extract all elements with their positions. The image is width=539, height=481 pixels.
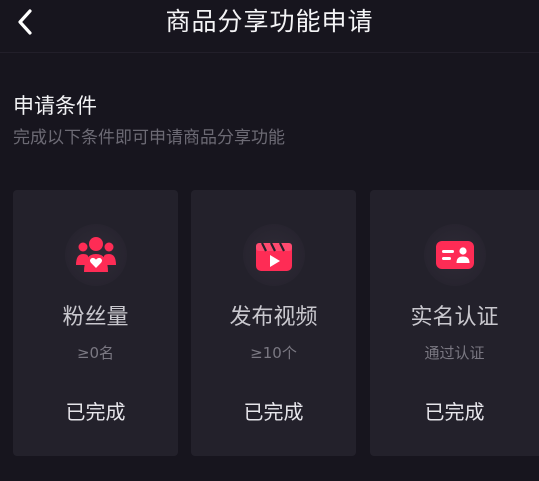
page-title: 商品分享功能申请 — [165, 7, 374, 36]
condition-requirement: 通过认证 — [424, 344, 485, 362]
fans-icon — [75, 237, 116, 272]
video-clapper-icon — [255, 242, 292, 271]
condition-card-videos: 发布视频 ≥10个 已完成 — [191, 190, 356, 456]
condition-status: 已完成 — [424, 400, 485, 424]
icon-badge — [242, 224, 305, 286]
section-subtitle: 完成以下条件即可申请商品分享功能 — [13, 128, 285, 148]
condition-cards: 粉丝量 ≥0名 已完成 发布视频 ≥10个 已完成 实名认证 通过认证 已完成 — [13, 190, 539, 456]
condition-requirement: ≥0名 — [76, 344, 115, 362]
condition-requirement: ≥10个 — [250, 344, 297, 362]
condition-status: 已完成 — [65, 400, 126, 424]
condition-card-verification: 实名认证 通过认证 已完成 — [370, 190, 539, 456]
condition-label: 发布视频 — [229, 305, 318, 330]
icon-badge — [423, 224, 486, 286]
navigation-bar: 商品分享功能申请 — [0, 0, 539, 53]
condition-card-fans: 粉丝量 ≥0名 已完成 — [13, 190, 178, 456]
condition-label: 粉丝量 — [62, 305, 129, 330]
icon-badge — [64, 224, 127, 286]
section-title: 申请条件 — [13, 94, 97, 118]
condition-label: 实名认证 — [410, 305, 499, 330]
id-card-icon — [435, 241, 474, 269]
condition-status: 已完成 — [243, 400, 304, 424]
